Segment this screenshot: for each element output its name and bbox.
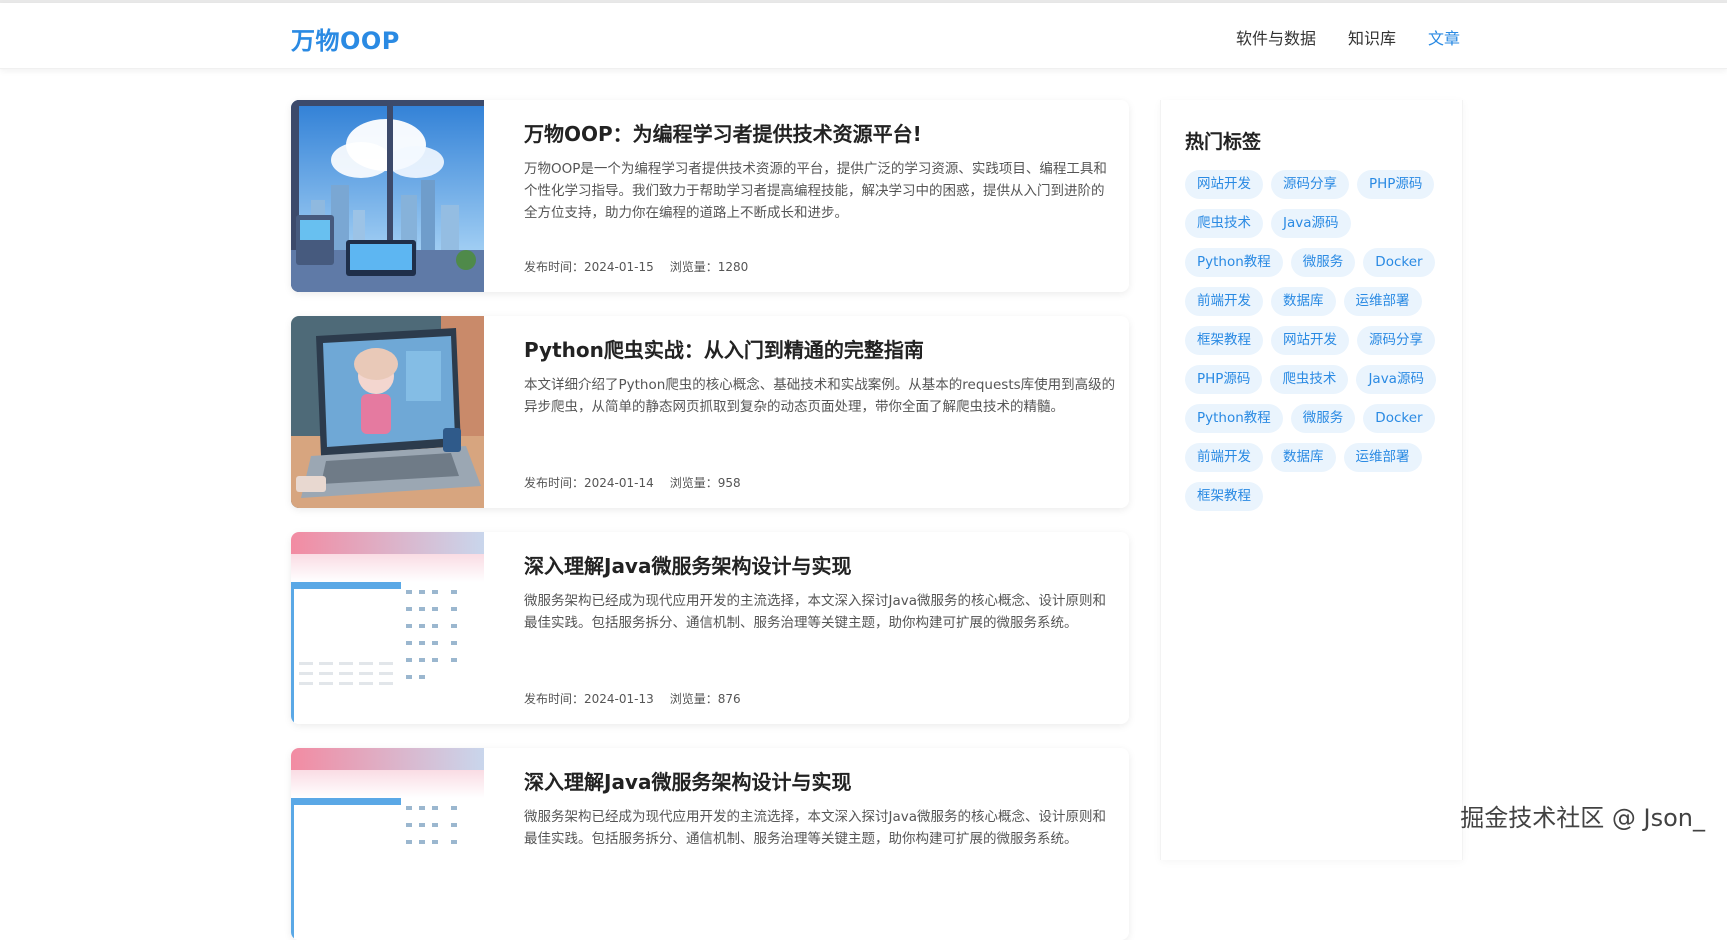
tag[interactable]: 源码分享 xyxy=(1271,170,1349,199)
article-date: 发布时间：2024-01-15 xyxy=(524,258,654,275)
article-thumbnail[interactable] xyxy=(291,100,484,292)
article-body: 深入理解Java微服务架构设计与实现 微服务架构已经成为现代应用开发的主流选择，… xyxy=(524,532,1115,724)
hot-tags-title: 热门标签 xyxy=(1185,127,1261,154)
tag[interactable]: 框架教程 xyxy=(1185,482,1263,511)
article-meta: 发布时间：2024-01-13 浏览量：876 xyxy=(524,690,741,707)
sidebar: 热门标签 网站开发 源码分享 PHP源码 爬虫技术 Java源码 Python教… xyxy=(1160,100,1463,860)
tag[interactable]: Java源码 xyxy=(1271,209,1351,238)
tag[interactable]: Docker xyxy=(1363,248,1434,277)
laptop-anime-illustration xyxy=(291,316,484,508)
article-card[interactable]: 深入理解Java微服务架构设计与实现 微服务架构已经成为现代应用开发的主流选择，… xyxy=(291,532,1129,724)
nav-articles[interactable]: 文章 xyxy=(1428,25,1460,49)
tag[interactable]: 前端开发 xyxy=(1185,443,1263,472)
main-nav: 软件与数据 知识库 文章 xyxy=(1236,25,1460,49)
article-thumbnail[interactable] xyxy=(291,316,484,508)
tag[interactable]: 运维部署 xyxy=(1344,287,1422,316)
tag[interactable]: Java源码 xyxy=(1356,365,1436,394)
article-body: Python爬虫实战：从入门到精通的完整指南 本文详细介绍了Python爬虫的核… xyxy=(524,316,1115,508)
article-title[interactable]: 深入理解Java微服务架构设计与实现 xyxy=(524,766,851,795)
article-card[interactable]: Python爬虫实战：从入门到精通的完整指南 本文详细介绍了Python爬虫的核… xyxy=(291,316,1129,508)
article-desc: 微服务架构已经成为现代应用开发的主流选择，本文深入探讨Java微服务的核心概念、… xyxy=(524,806,1116,850)
tag[interactable]: 源码分享 xyxy=(1357,326,1435,355)
article-date: 发布时间：2024-01-13 xyxy=(524,690,654,707)
article-views: 浏览量：1280 xyxy=(670,258,749,275)
site-logo[interactable]: 万物OOP xyxy=(291,21,400,56)
article-thumbnail[interactable] xyxy=(291,748,484,940)
article-views: 浏览量：876 xyxy=(670,690,741,707)
tag[interactable]: 前端开发 xyxy=(1185,287,1263,316)
tag[interactable]: 网站开发 xyxy=(1271,326,1349,355)
tag[interactable]: 爬虫技术 xyxy=(1185,209,1263,238)
article-title[interactable]: 万物OOP：为编程学习者提供技术资源平台! xyxy=(524,118,922,147)
tag[interactable]: PHP源码 xyxy=(1185,365,1262,394)
article-title[interactable]: 深入理解Java微服务架构设计与实现 xyxy=(524,550,851,579)
article-thumbnail[interactable] xyxy=(291,532,484,724)
article-date: 发布时间：2024-01-14 xyxy=(524,474,654,491)
tag[interactable]: 微服务 xyxy=(1291,404,1356,433)
tag[interactable]: 微服务 xyxy=(1291,248,1356,277)
tag[interactable]: 框架教程 xyxy=(1185,326,1263,355)
article-card[interactable]: 深入理解Java微服务架构设计与实现 微服务架构已经成为现代应用开发的主流选择，… xyxy=(291,748,1129,940)
article-title[interactable]: Python爬虫实战：从入门到精通的完整指南 xyxy=(524,334,924,363)
article-card[interactable]: 万物OOP：为编程学习者提供技术资源平台! 万物OOP是一个为编程学习者提供技术… xyxy=(291,100,1129,292)
tag[interactable]: Docker xyxy=(1363,404,1434,433)
tag[interactable]: Python教程 xyxy=(1185,404,1283,433)
article-desc: 万物OOP是一个为编程学习者提供技术资源的平台，提供广泛的学习资源、实践项目、编… xyxy=(524,158,1116,224)
tag[interactable]: 网站开发 xyxy=(1185,170,1263,199)
tag-cloud: 网站开发 源码分享 PHP源码 爬虫技术 Java源码 Python教程 微服务… xyxy=(1185,170,1455,511)
tag[interactable]: 运维部署 xyxy=(1344,443,1422,472)
watermark: 掘金技术社区 @ Json_ xyxy=(1460,798,1705,833)
tag[interactable]: 数据库 xyxy=(1271,287,1336,316)
city-window-illustration xyxy=(291,100,484,292)
tag[interactable]: PHP源码 xyxy=(1357,170,1434,199)
article-body: 深入理解Java微服务架构设计与实现 微服务架构已经成为现代应用开发的主流选择，… xyxy=(524,748,1115,940)
dashboard-screenshot xyxy=(291,748,484,940)
article-desc: 本文详细介绍了Python爬虫的核心概念、基础技术和实战案例。从基本的reque… xyxy=(524,374,1116,418)
article-meta: 发布时间：2024-01-14 浏览量：958 xyxy=(524,474,741,491)
nav-software-data[interactable]: 软件与数据 xyxy=(1236,25,1316,49)
article-meta: 发布时间：2024-01-15 浏览量：1280 xyxy=(524,258,748,275)
article-views: 浏览量：958 xyxy=(670,474,741,491)
tag[interactable]: 数据库 xyxy=(1271,443,1336,472)
nav-knowledge-base[interactable]: 知识库 xyxy=(1348,25,1396,49)
article-desc: 微服务架构已经成为现代应用开发的主流选择，本文深入探讨Java微服务的核心概念、… xyxy=(524,590,1116,634)
article-body: 万物OOP：为编程学习者提供技术资源平台! 万物OOP是一个为编程学习者提供技术… xyxy=(524,100,1115,292)
site-header: 万物OOP 软件与数据 知识库 文章 xyxy=(0,3,1727,69)
tag[interactable]: 爬虫技术 xyxy=(1270,365,1348,394)
dashboard-screenshot xyxy=(291,532,484,724)
tag[interactable]: Python教程 xyxy=(1185,248,1283,277)
